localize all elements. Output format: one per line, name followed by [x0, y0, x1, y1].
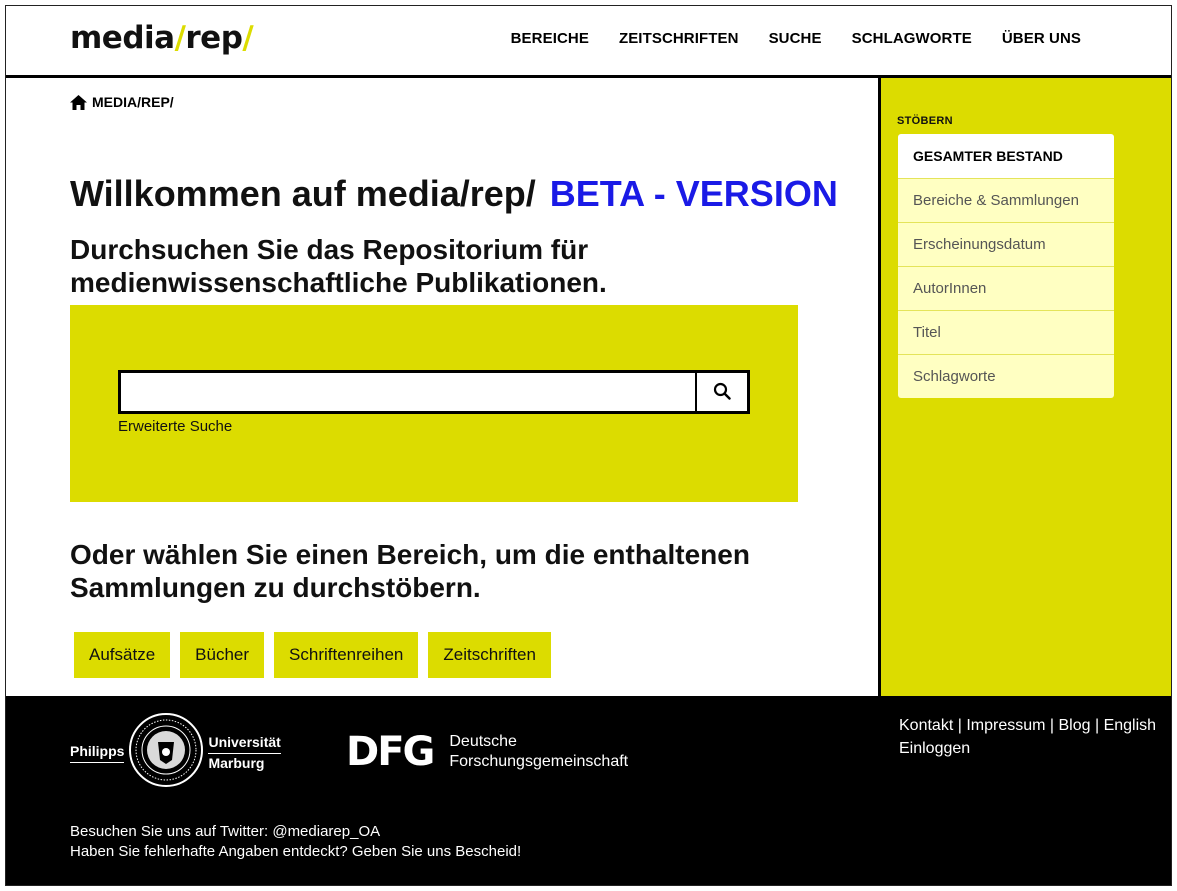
search-box [118, 370, 750, 414]
area-buttons: Aufsätze Bücher Schriftenreihen Zeitschr… [74, 632, 551, 678]
sidebar-title: STÖBERN [897, 115, 953, 127]
sidebar: STÖBERN GESAMTER BESTAND Bereiche & Samm… [878, 78, 1171, 696]
beta-label: BETA - VERSION [549, 173, 838, 214]
page-title: Willkommen auf media/rep/BETA - VERSION [70, 173, 838, 215]
browse-item-erscheinungsdatum[interactable]: Erscheinungsdatum [898, 222, 1114, 266]
footer-links: Kontakt | Impressum | Blog | English Ein… [899, 717, 1157, 757]
browse-item-schlagworte[interactable]: Schlagworte [898, 354, 1114, 398]
home-icon [70, 94, 87, 110]
twitter-note[interactable]: Besuchen Sie uns auf Twitter: @mediarep_… [70, 822, 521, 842]
area-button-zeitschriften[interactable]: Zeitschriften [428, 632, 551, 678]
uni-logo-marburg: Marburg [208, 755, 265, 771]
report-note[interactable]: Haben Sie fehlerhafte Angaben entdeckt? … [70, 842, 521, 862]
browse-item-bereiche[interactable]: Bereiche & Sammlungen [898, 178, 1114, 222]
logo-media: media [70, 20, 175, 56]
browse-heading: Oder wählen Sie einen Bereich, um die en… [70, 539, 750, 603]
nav-zeitschriften[interactable]: ZEITSCHRIFTEN [619, 30, 739, 47]
logo-slash: / [242, 20, 254, 56]
footer-link-kontakt[interactable]: Kontakt [899, 717, 953, 734]
uni-logo-universitaet: Universität [208, 733, 281, 754]
breadcrumb[interactable]: MEDIA/REP/ [70, 94, 174, 110]
dfg-mark: DFG [346, 729, 435, 775]
site-header: media/rep/ BEREICHE ZEITSCHRIFTEN SUCHE … [6, 6, 1171, 78]
area-button-buecher[interactable]: Bücher [180, 632, 265, 678]
site-logo[interactable]: media/rep/ [70, 20, 254, 56]
area-button-aufsaetze[interactable]: Aufsätze [74, 632, 171, 678]
search-input[interactable] [121, 373, 695, 411]
uni-logo-left: Philipps [70, 742, 125, 763]
search-button[interactable] [695, 373, 747, 411]
uni-logo-right: Universität Marburg [208, 733, 281, 772]
footer-link-impressum[interactable]: Impressum [966, 717, 1045, 734]
page-subtitle: Durchsuchen Sie das Repositorium für med… [70, 234, 607, 298]
footer-notes: Besuchen Sie uns auf Twitter: @mediarep_… [70, 822, 521, 862]
page: media/rep/ BEREICHE ZEITSCHRIFTEN SUCHE … [5, 5, 1172, 886]
area-button-schriftenreihen[interactable]: Schriftenreihen [274, 632, 419, 678]
advanced-search-link[interactable]: Erweiterte Suche [118, 418, 232, 435]
dfg-text: Deutsche Forschungsgemeinschaft [449, 732, 628, 772]
nav-suche[interactable]: SUCHE [769, 30, 822, 47]
logo-slash: / [174, 20, 186, 56]
browse-list: GESAMTER BESTAND Bereiche & Sammlungen E… [898, 134, 1114, 398]
login-link[interactable]: Einloggen [899, 740, 970, 757]
dfg-logo[interactable]: DFG Deutsche Forschungsgemeinschaft [346, 732, 628, 772]
main-content: MEDIA/REP/ Willkommen auf media/rep/BETA… [6, 81, 878, 696]
browse-item-titel[interactable]: Titel [898, 310, 1114, 354]
browse-item-gesamter-bestand[interactable]: GESAMTER BESTAND [898, 134, 1114, 178]
dfg-line2: Forschungsgemeinschaft [449, 753, 629, 770]
breadcrumb-home-label: MEDIA/REP/ [92, 94, 174, 110]
logo-rep: rep [185, 20, 243, 56]
main-nav: BEREICHE ZEITSCHRIFTEN SUCHE SCHLAGWORTE… [511, 30, 1081, 47]
nav-ueber-uns[interactable]: ÜBER UNS [1002, 30, 1081, 47]
browse-item-autorinnen[interactable]: AutorInnen [898, 266, 1114, 310]
footer-link-blog[interactable]: Blog [1058, 717, 1090, 734]
footer-link-english[interactable]: English [1104, 717, 1156, 734]
search-panel: Erweiterte Suche [70, 305, 798, 502]
university-seal-icon [128, 712, 204, 793]
welcome-text: Willkommen auf media/rep/ [70, 173, 536, 214]
nav-bereiche[interactable]: BEREICHE [511, 30, 589, 47]
search-icon [713, 382, 731, 403]
site-footer: Philipps Universität Marburg DFG Deutsch [6, 696, 1171, 885]
dfg-line1: Deutsche [449, 733, 517, 750]
university-logo[interactable]: Philipps Universität Marburg [70, 712, 281, 793]
nav-schlagworte[interactable]: SCHLAGWORTE [852, 30, 972, 47]
